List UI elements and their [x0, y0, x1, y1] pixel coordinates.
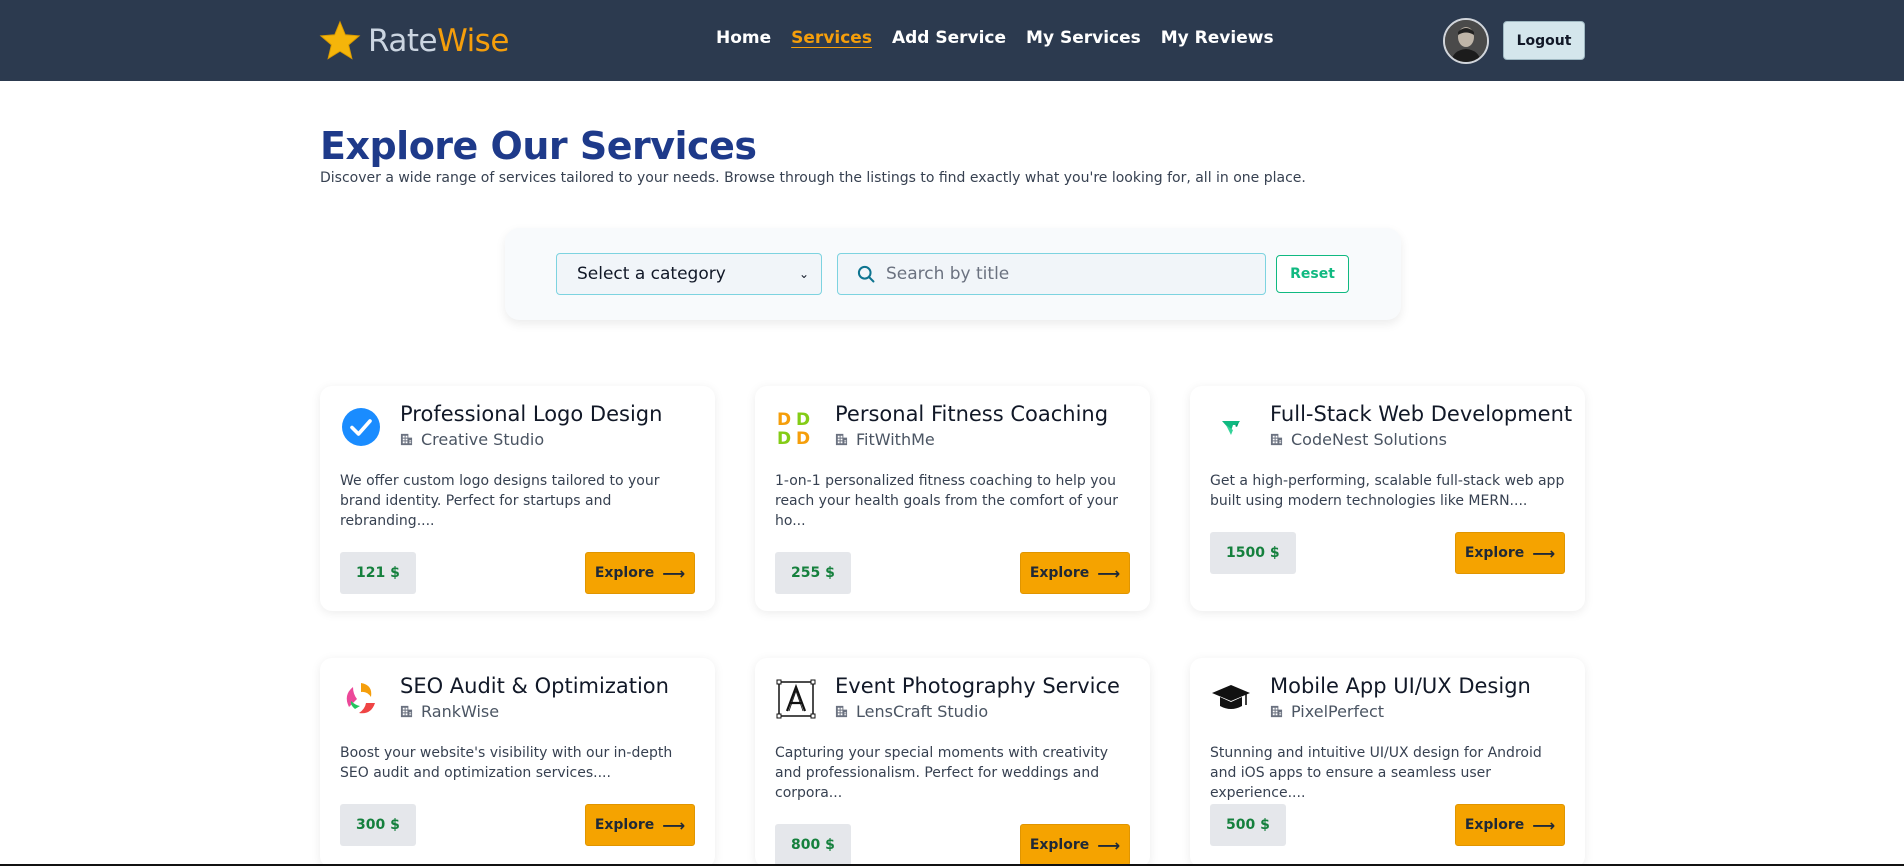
explore-label: Explore — [1464, 817, 1525, 833]
service-description: Stunning and intuitive UI/UX design for … — [1210, 745, 1542, 801]
arrow-right-icon: ⟶ — [1532, 815, 1556, 835]
page-title: Explore Our Services — [320, 124, 757, 168]
nav-home[interactable]: Home — [716, 28, 771, 48]
category-select-value: Select a category — [577, 264, 726, 284]
price-badge: 800 $ — [775, 824, 851, 866]
green-v-icon — [1222, 421, 1240, 435]
service-description: Capturing your special moments with crea… — [775, 745, 1109, 801]
nav-add-service[interactable]: Add Service — [892, 28, 1006, 48]
service-title[interactable]: Event Photography Service — [835, 674, 1120, 698]
service-card: Professional Logo Design Creative Studio… — [320, 386, 715, 611]
navbar: RateWise Home Services Add Service My Se… — [0, 0, 1904, 81]
star-icon — [319, 20, 361, 60]
company-name: PixelPerfect — [1291, 702, 1385, 721]
letter-a-frame-icon — [776, 679, 816, 719]
nav-my-reviews[interactable]: My Reviews — [1161, 28, 1274, 48]
service-description: Get a high-performing, scalable full-sta… — [1210, 473, 1565, 509]
user-avatar[interactable] — [1443, 18, 1489, 64]
service-card: Event Photography Service LensCraft Stud… — [755, 658, 1150, 866]
company-name: FitWithMe — [856, 430, 935, 449]
category-select[interactable]: Select a category ⌄ — [556, 253, 822, 295]
service-title[interactable]: Professional Logo Design — [400, 402, 662, 426]
graduation-cap-icon — [1212, 685, 1250, 709]
arrow-right-icon: ⟶ — [662, 563, 686, 583]
arrow-right-icon: ⟶ — [1532, 543, 1556, 563]
price-badge: 121 $ — [340, 552, 416, 594]
service-description: We offer custom logo designs tailored to… — [340, 473, 660, 529]
arrow-right-icon: ⟶ — [1097, 563, 1121, 583]
service-logo — [1210, 406, 1252, 448]
service-title[interactable]: SEO Audit & Optimization — [400, 674, 669, 698]
service-card: SEO Audit & Optimization RankWise Boost … — [320, 658, 715, 866]
explore-label: Explore — [594, 817, 655, 833]
service-description: Boost your website's visibility with our… — [340, 745, 673, 781]
service-card: Mobile App UI/UX Design PixelPerfect Stu… — [1190, 658, 1585, 866]
explore-label: Explore — [1029, 837, 1090, 853]
chevron-down-icon: ⌄ — [798, 267, 809, 281]
explore-button[interactable]: Explore ⟶ — [585, 552, 695, 594]
company-name: LensCraft Studio — [856, 702, 989, 721]
service-company: RankWise — [400, 702, 499, 721]
explore-label: Explore — [1029, 565, 1090, 581]
search-input[interactable] — [885, 264, 1265, 284]
nav-services[interactable]: Services — [791, 28, 872, 48]
service-title[interactable]: Full-Stack Web Development — [1270, 402, 1572, 426]
checkmark-badge-icon — [342, 408, 380, 446]
service-company: FitWithMe — [835, 430, 935, 449]
service-logo: D D D D — [775, 406, 817, 448]
building-icon — [400, 433, 413, 446]
price-badge: 500 $ — [1210, 804, 1286, 846]
explore-button[interactable]: Explore ⟶ — [585, 804, 695, 846]
search-icon — [857, 265, 875, 283]
svg-text:D: D — [796, 429, 810, 447]
nav-my-services[interactable]: My Services — [1026, 28, 1141, 48]
service-logo — [775, 678, 817, 720]
explore-label: Explore — [594, 565, 655, 581]
building-icon — [1270, 705, 1283, 718]
explore-button[interactable]: Explore ⟶ — [1020, 552, 1130, 594]
service-company: PixelPerfect — [1270, 702, 1384, 721]
service-card: Full-Stack Web Development CodeNest Solu… — [1190, 386, 1585, 611]
logout-button[interactable]: Logout — [1503, 21, 1585, 60]
service-description: 1-on-1 personalized fitness coaching to … — [775, 473, 1118, 529]
svg-text:D: D — [796, 410, 810, 430]
company-name: CodeNest Solutions — [1291, 430, 1447, 449]
price-badge: 300 $ — [340, 804, 416, 846]
main-nav: Home Services Add Service My Services My… — [716, 28, 1274, 48]
page-subtitle: Discover a wide range of services tailor… — [320, 170, 1306, 186]
service-title[interactable]: Mobile App UI/UX Design — [1270, 674, 1531, 698]
building-icon — [835, 433, 848, 446]
swirl-icon — [346, 683, 375, 714]
arrow-right-icon: ⟶ — [1097, 835, 1121, 855]
svg-text:D: D — [777, 429, 791, 447]
service-company: Creative Studio — [400, 430, 544, 449]
arrow-right-icon: ⟶ — [662, 815, 686, 835]
brand-logo[interactable]: RateWise — [318, 18, 509, 64]
user-photo-icon — [1445, 20, 1487, 62]
filter-bar: Select a category ⌄ Reset — [505, 228, 1401, 320]
building-icon — [835, 705, 848, 718]
dd-pattern-icon: D D D D — [777, 410, 810, 447]
service-logo — [340, 678, 382, 720]
price-badge: 1500 $ — [1210, 532, 1296, 574]
search-field[interactable] — [837, 253, 1266, 295]
building-icon — [1270, 433, 1283, 446]
company-name: Creative Studio — [421, 430, 545, 449]
svg-text:D: D — [777, 410, 791, 430]
service-title[interactable]: Personal Fitness Coaching — [835, 402, 1108, 426]
explore-button[interactable]: Explore ⟶ — [1455, 804, 1565, 846]
explore-label: Explore — [1464, 545, 1525, 561]
explore-button[interactable]: Explore ⟶ — [1020, 824, 1130, 866]
brand-name: RateWise — [368, 23, 509, 59]
service-card: D D D D Personal Fitness Coaching FitWit… — [755, 386, 1150, 611]
company-name: RankWise — [421, 702, 500, 721]
service-company: CodeNest Solutions — [1270, 430, 1447, 449]
explore-button[interactable]: Explore ⟶ — [1455, 532, 1565, 574]
reset-button[interactable]: Reset — [1276, 255, 1349, 293]
service-company: LensCraft Studio — [835, 702, 988, 721]
service-logo — [340, 406, 382, 448]
building-icon — [400, 705, 413, 718]
service-logo — [1210, 678, 1252, 720]
price-badge: 255 $ — [775, 552, 851, 594]
